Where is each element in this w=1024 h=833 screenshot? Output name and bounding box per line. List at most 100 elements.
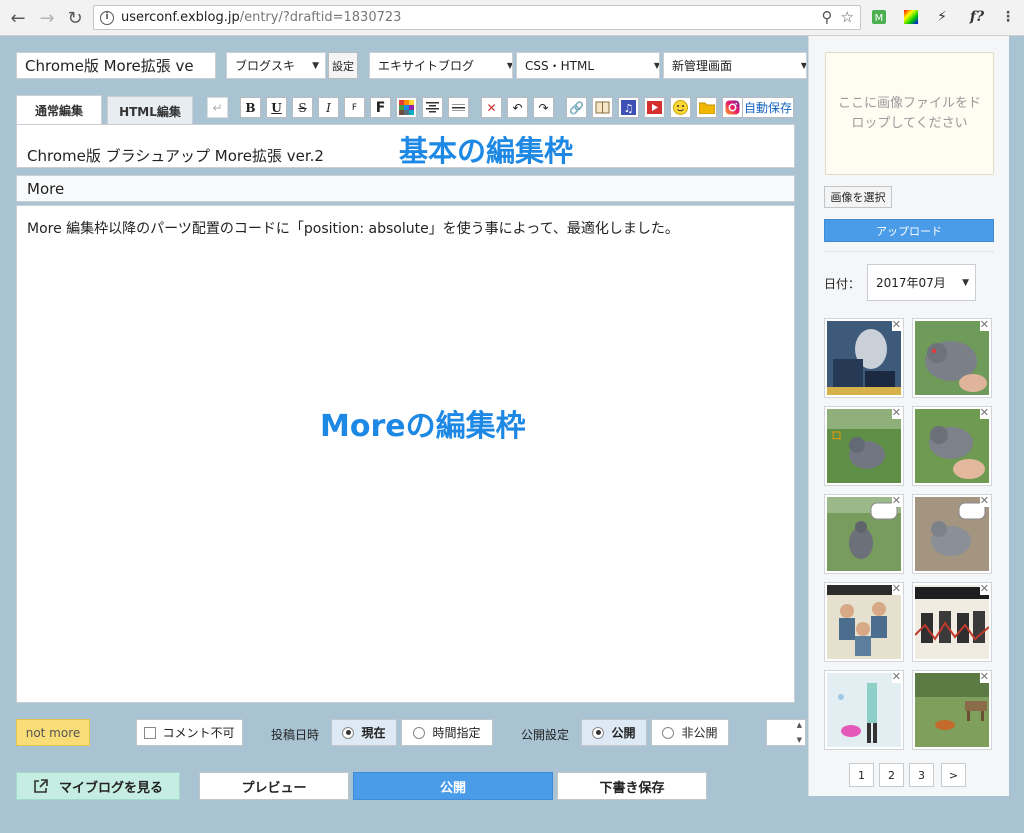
more-text: More 編集枠以降のパーツ配置のコードに「position: absolute…	[27, 221, 679, 237]
image-thumbnail[interactable]: ✕	[912, 406, 992, 486]
save-draft-button[interactable]: 下書き保存	[557, 772, 707, 800]
settings-button[interactable]: 設定	[328, 52, 358, 79]
date-specify-radio[interactable]: 時間指定	[401, 719, 493, 746]
music-icon[interactable]: ♫	[618, 97, 639, 118]
title-input[interactable]: Chrome版 More拡張 ve	[16, 52, 216, 79]
body-text: Chrome版 ブラシュアップ More拡張 ver.2	[27, 147, 324, 165]
italic-button[interactable]: I	[318, 97, 339, 118]
image-thumbnail[interactable]: ✕	[824, 494, 904, 574]
date-now-label: 現在	[361, 726, 386, 740]
spinner-up-icon[interactable]: ▲	[797, 721, 802, 729]
page-2-button[interactable]: 2	[879, 763, 904, 787]
tab-html-edit[interactable]: HTML編集	[107, 96, 193, 125]
remove-image-icon[interactable]: ✕	[891, 583, 901, 595]
text-color-grid-icon[interactable]	[396, 97, 417, 118]
zoom-icon[interactable]: ⚲	[822, 8, 833, 26]
view-my-blog-button[interactable]: マイブログを見る	[16, 772, 180, 800]
comment-disabled-checkbox[interactable]: コメント不可	[136, 719, 243, 746]
reload-icon[interactable]: ↻	[64, 7, 86, 29]
clear-format-icon[interactable]: ✕	[481, 97, 502, 118]
emoji-icon[interactable]	[670, 97, 691, 118]
tab-normal-edit[interactable]: 通常編集	[16, 95, 102, 125]
css-html-select-value: CSS・HTML	[525, 59, 595, 73]
upload-button[interactable]: アップロード	[824, 219, 994, 242]
redo-icon[interactable]: ↷	[533, 97, 554, 118]
remove-image-icon[interactable]: ✕	[891, 671, 901, 683]
align-center-icon[interactable]	[422, 97, 443, 118]
image-thumbnail[interactable]: ✕	[824, 670, 904, 750]
more-label: More	[27, 180, 65, 198]
image-thumbnail[interactable]: ✕	[912, 494, 992, 574]
remove-image-icon[interactable]: ✕	[979, 671, 989, 683]
spinner-down-icon[interactable]: ▼	[797, 736, 802, 744]
skin-select[interactable]: ブログスキ ▼	[226, 52, 326, 79]
underline-button[interactable]: U	[266, 97, 287, 118]
next-page-button[interactable]: >	[941, 763, 966, 787]
bookmark-star-icon[interactable]: ☆	[841, 8, 854, 26]
date-select-value: 2017年07月	[876, 276, 946, 290]
menu-dots-icon[interactable]: ⋮	[998, 7, 1018, 27]
undo-disabled-icon: ↵	[207, 97, 228, 118]
image-thumbnail[interactable]: ✕	[912, 582, 992, 662]
font-size-small-button[interactable]: F	[344, 97, 365, 118]
more-editor-frame[interactable]: More 編集枠以降のパーツ配置のコードに「position: absolute…	[16, 205, 795, 703]
publish-button[interactable]: 公開	[353, 772, 553, 800]
remove-image-icon[interactable]: ✕	[891, 319, 901, 331]
private-radio[interactable]: 非公開	[651, 719, 729, 746]
comment-disabled-label: コメント不可	[162, 726, 235, 740]
back-arrow-icon[interactable]: ←	[7, 7, 29, 29]
image-thumbnail[interactable]: ✕	[912, 318, 992, 398]
folder-icon[interactable]	[696, 97, 717, 118]
address-bar[interactable]: i userconf.exblog.jp/entry/?draftid=1830…	[93, 5, 861, 30]
remove-image-icon[interactable]: ✕	[979, 495, 989, 507]
post-date-label: 投稿日時	[271, 728, 320, 742]
instagram-icon[interactable]	[722, 97, 743, 118]
public-radio[interactable]: 公開	[581, 719, 647, 746]
remove-image-icon[interactable]: ✕	[891, 407, 901, 419]
image-dropzone[interactable]: ここに画像ファイルをドロップしてください	[825, 52, 994, 175]
autosave-toggle[interactable]: 自動保存	[742, 97, 794, 118]
css-html-select[interactable]: CSS・HTML ▼	[516, 52, 660, 79]
remove-image-icon[interactable]: ✕	[979, 319, 989, 331]
remove-image-icon[interactable]: ✕	[979, 407, 989, 419]
image-thumbnail[interactable]: ✕	[824, 582, 904, 662]
undo-icon[interactable]: ↶	[507, 97, 528, 118]
formula-extension-icon[interactable]: f?	[962, 7, 992, 27]
chevron-down-icon: ▼	[312, 60, 319, 71]
horizontal-rule-icon[interactable]	[448, 97, 469, 118]
url-host: userconf.exblog.jp	[121, 10, 240, 25]
book-icon[interactable]	[592, 97, 613, 118]
more-frame-annotation: Moreの編集枠	[320, 409, 526, 444]
strikethrough-button[interactable]: S	[292, 97, 313, 118]
color-picker-extension-icon[interactable]	[901, 7, 921, 27]
date-select[interactable]: 2017年07月 ▼	[867, 264, 976, 301]
link-icon[interactable]: 🔗	[566, 97, 587, 118]
not-more-button[interactable]: not more	[16, 719, 90, 746]
remove-image-icon[interactable]: ✕	[891, 495, 901, 507]
admin-screen-select[interactable]: 新管理画面 ▼	[663, 52, 807, 79]
page-1-button[interactable]: 1	[849, 763, 874, 787]
view-my-blog-label: マイブログを見る	[58, 780, 163, 796]
checkbox-box[interactable]	[144, 726, 157, 739]
number-spinner[interactable]: ▲ ▼	[766, 719, 806, 746]
chevron-down-icon: ▼	[653, 61, 660, 70]
lightning-extension-icon[interactable]: ⚡	[932, 7, 952, 27]
bold-button[interactable]: B	[240, 97, 261, 118]
preview-button[interactable]: プレビュー	[199, 772, 349, 800]
remove-image-icon[interactable]: ✕	[979, 583, 989, 595]
svg-text:♫: ♫	[624, 102, 634, 115]
video-icon[interactable]	[644, 97, 665, 118]
publish-setting-label: 公開設定	[521, 728, 570, 742]
date-now-radio[interactable]: 現在	[331, 719, 397, 746]
forward-arrow-icon[interactable]: →	[36, 7, 58, 29]
font-size-large-button[interactable]: F	[370, 97, 391, 118]
image-thumbnail[interactable]: ロ ✕	[824, 406, 904, 486]
blog-select[interactable]: エキサイトブログ ▼	[369, 52, 513, 79]
extension-m-icon[interactable]: M	[869, 7, 889, 27]
image-thumbnail[interactable]: ✕	[824, 318, 904, 398]
select-image-button[interactable]: 画像を選択	[824, 186, 892, 208]
page-3-button[interactable]: 3	[909, 763, 934, 787]
image-thumbnail[interactable]: ✕	[912, 670, 992, 750]
private-label: 非公開	[681, 726, 718, 740]
info-icon[interactable]: i	[100, 10, 114, 25]
